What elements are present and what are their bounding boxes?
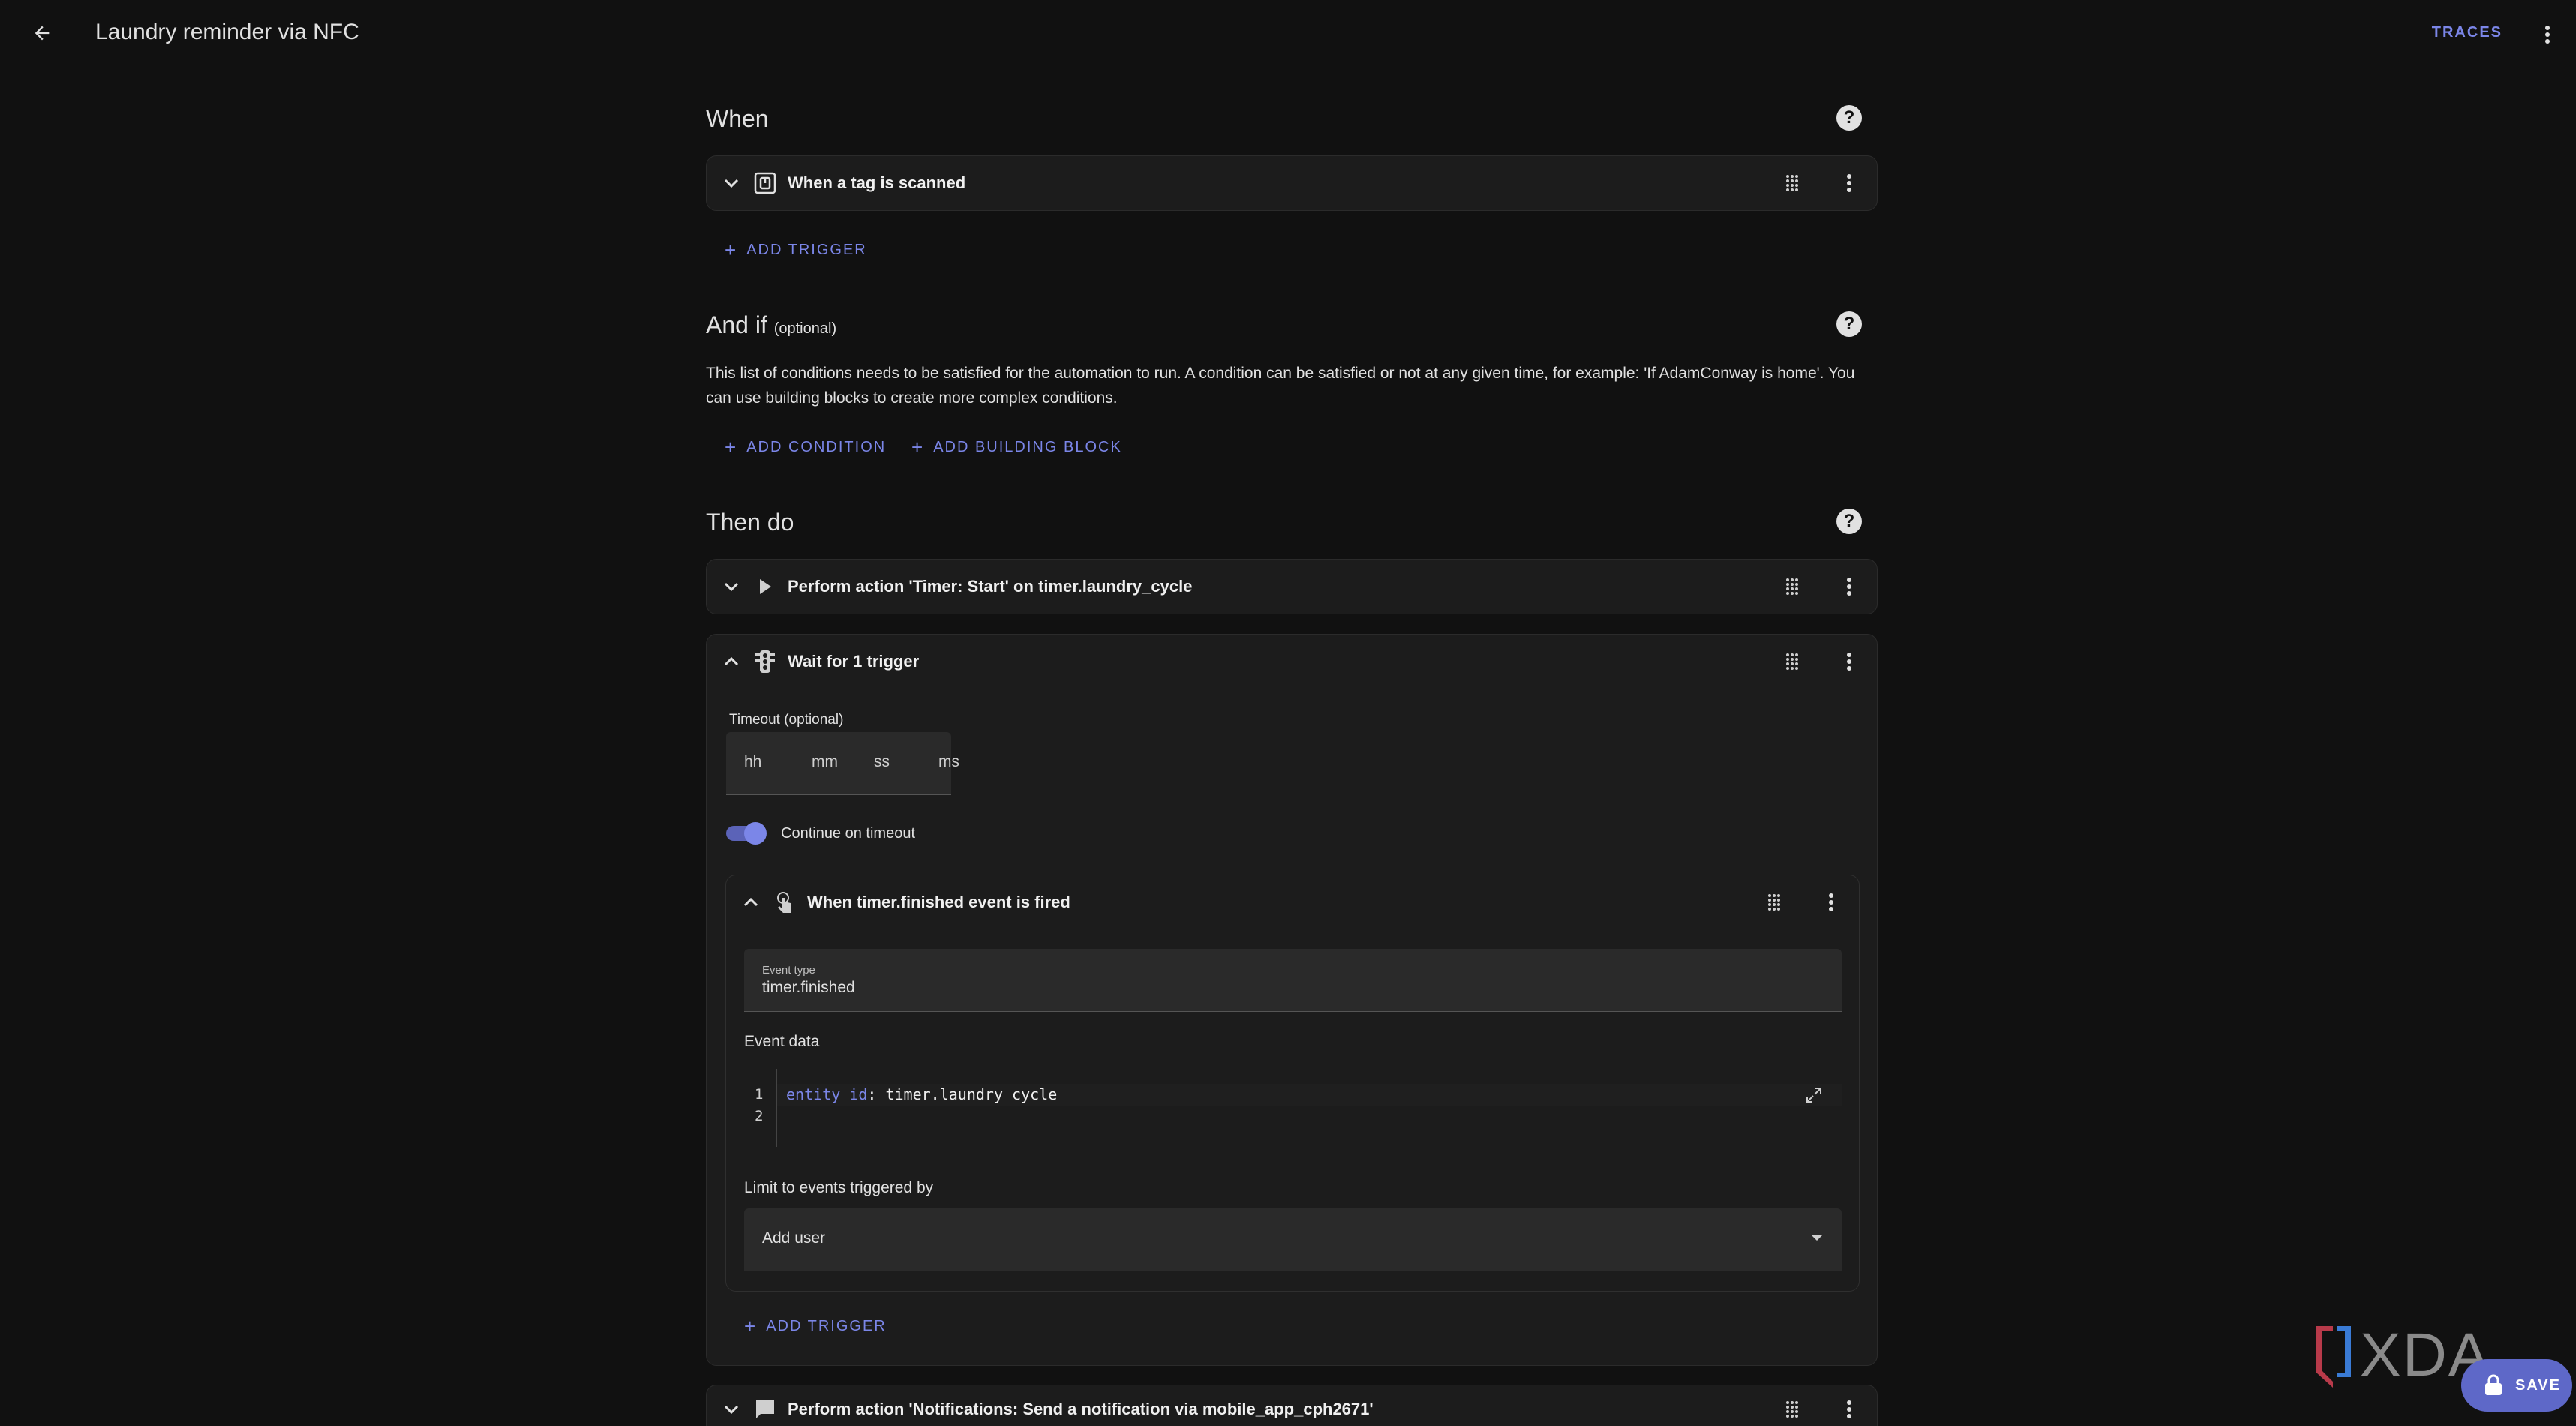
more-options-icon[interactable] [1838, 172, 1860, 194]
event-type-field[interactable]: Event type timer.finished [744, 949, 1842, 1012]
trigger-card[interactable]: When a tag is scanned [706, 155, 1878, 211]
page-title: Laundry reminder via NFC [95, 20, 359, 44]
more-options-icon[interactable] [1838, 650, 1860, 673]
drag-handle-icon[interactable] [1781, 575, 1803, 598]
trigger-label: When a tag is scanned [788, 173, 966, 192]
plus-icon: + [725, 239, 737, 261]
hours-field[interactable]: hh [744, 753, 761, 771]
add-condition-button[interactable]: + ADD CONDITION [725, 436, 886, 459]
nfc-tag-icon [753, 171, 777, 195]
limit-label: Limit to events triggered by [744, 1179, 934, 1196]
more-options-icon[interactable] [1820, 891, 1842, 914]
overflow-menu-icon[interactable] [2532, 20, 2562, 50]
yaml-key: entity_id [786, 1085, 868, 1103]
action-label: Perform action 'Timer: Start' on timer.l… [788, 577, 1193, 596]
add-building-block-label: ADD BUILDING BLOCK [933, 439, 1122, 455]
chevron-up-icon[interactable] [720, 650, 743, 673]
more-options-icon[interactable] [1838, 1398, 1860, 1421]
plus-icon: + [744, 1315, 756, 1337]
line-number: 2 [755, 1108, 764, 1124]
plus-icon: + [911, 436, 923, 458]
minutes-field[interactable]: mm [812, 753, 838, 771]
chevron-up-icon[interactable] [740, 891, 762, 914]
chevron-down-icon[interactable] [720, 575, 743, 598]
event-data-label: Event data [744, 1033, 820, 1050]
wait-label: Wait for 1 trigger [788, 652, 920, 671]
toggle-knob [744, 822, 767, 845]
chevron-down-icon[interactable] [720, 1398, 743, 1421]
milliseconds-field[interactable]: ms [938, 753, 959, 771]
drag-handle-icon[interactable] [1781, 172, 1803, 194]
continue-on-timeout-toggle[interactable] [726, 822, 768, 845]
drag-handle-icon[interactable] [1781, 650, 1803, 673]
add-condition-label: ADD CONDITION [746, 439, 887, 455]
drag-handle-icon[interactable] [1781, 1398, 1803, 1421]
yaml-value: : timer.laundry_cycle [867, 1085, 1058, 1103]
gesture-tap-icon [773, 890, 797, 914]
and-if-title-text: And if [706, 311, 767, 338]
dropdown-caret-icon [1812, 1235, 1822, 1241]
timeout-input[interactable]: hh mm ss ms [726, 732, 959, 795]
add-user-value: Add user [762, 1229, 826, 1247]
back-arrow-icon[interactable] [27, 18, 57, 48]
lock-icon [2485, 1374, 2502, 1395]
action-card-timer-start[interactable]: Perform action 'Timer: Start' on timer.l… [706, 559, 1878, 614]
then-do-section-title: Then do [706, 509, 794, 536]
event-data-editor[interactable]: 1 2 entity_id: timer.laundry_cycle [744, 1069, 1842, 1147]
plus-icon: + [725, 436, 737, 458]
line-number: 1 [755, 1086, 764, 1103]
help-icon[interactable]: ? [1836, 311, 1862, 337]
traffic-light-icon [753, 650, 777, 674]
timeout-label: Timeout (optional) [729, 712, 844, 728]
chevron-down-icon[interactable] [720, 172, 743, 194]
add-trigger-button[interactable]: + ADD TRIGGER [725, 239, 867, 262]
add-trigger-label: ADD TRIGGER [746, 242, 867, 258]
help-icon[interactable]: ? [1836, 509, 1862, 534]
traces-button[interactable]: TRACES [2432, 24, 2502, 41]
add-user-select[interactable]: Add user [744, 1208, 1842, 1271]
expand-icon[interactable] [1803, 1084, 1825, 1106]
conditions-description: This list of conditions needs to be sati… [706, 365, 1855, 407]
save-label: SAVE [2515, 1376, 2561, 1394]
automation-editor: Laundry reminder via NFC TRACES When ? W… [0, 0, 2576, 1426]
help-icon[interactable]: ? [1836, 105, 1862, 131]
action-card-notification[interactable]: Perform action 'Notifications: Send a no… [706, 1385, 1878, 1426]
inner-trigger-label: When timer.finished event is fired [807, 893, 1070, 911]
add-trigger-button[interactable]: + ADD TRIGGER [744, 1315, 887, 1338]
drag-handle-icon[interactable] [1763, 891, 1785, 914]
optional-label: (optional) [773, 320, 837, 337]
seconds-field[interactable]: ss [874, 753, 890, 771]
event-type-label: Event type [762, 964, 815, 977]
and-if-section-title: And if (optional) [706, 311, 836, 339]
continue-on-timeout-label: Continue on timeout [781, 825, 916, 842]
code-line: entity_id: timer.laundry_cycle [786, 1085, 1057, 1103]
inner-trigger-card: When timer.finished event is fired Event… [725, 875, 1860, 1292]
play-icon [753, 575, 777, 599]
top-app-bar: Laundry reminder via NFC TRACES [0, 0, 2576, 69]
save-button[interactable]: SAVE [2461, 1359, 2572, 1412]
add-building-block-button[interactable]: + ADD BUILDING BLOCK [911, 436, 1122, 459]
message-icon [753, 1397, 777, 1421]
event-type-value: timer.finished [762, 979, 855, 996]
when-section-title: When [706, 105, 769, 132]
more-options-icon[interactable] [1838, 575, 1860, 598]
wait-for-trigger-card: Wait for 1 trigger Timeout (optional) hh… [706, 634, 1878, 1366]
add-trigger-label: ADD TRIGGER [766, 1318, 887, 1334]
action-label: Perform action 'Notifications: Send a no… [788, 1400, 1374, 1418]
